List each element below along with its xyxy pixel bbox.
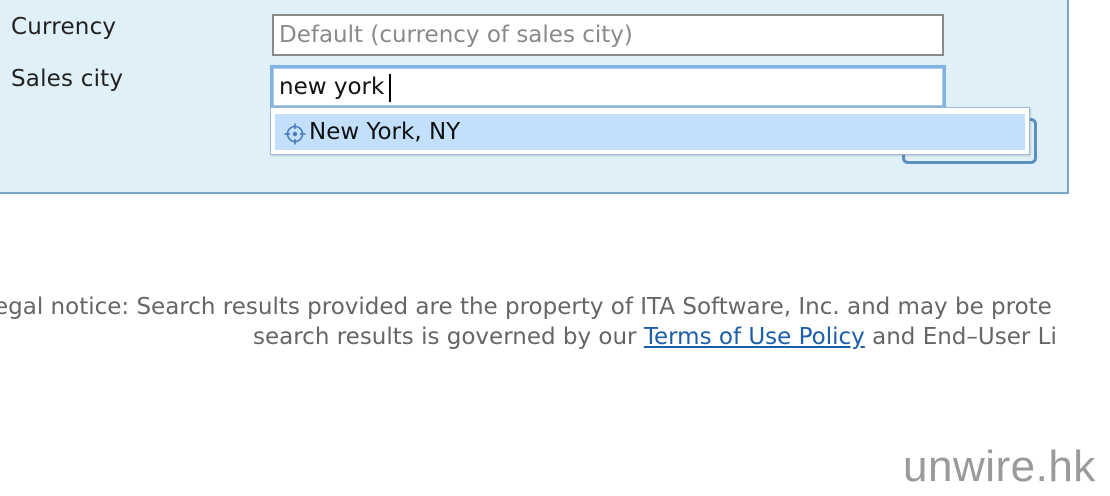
location-crosshair-icon: [284, 123, 306, 145]
watermark-text: unwire.hk: [903, 442, 1096, 491]
sales-city-label: Sales city: [11, 66, 124, 92]
terms-of-use-link[interactable]: Terms of Use Policy: [644, 324, 865, 350]
legal-notice-line2-suffix: and End–User Li: [864, 324, 1057, 350]
text-caret: [389, 74, 391, 102]
legal-notice-line2-prefix: search results is governed by our: [253, 324, 644, 350]
sales-city-input[interactable]: [270, 65, 946, 109]
autocomplete-option-label: New York, NY: [309, 119, 461, 145]
currency-label: Currency: [11, 14, 117, 40]
autocomplete-dropdown: New York, NY: [270, 107, 1030, 155]
screen: Currency Sales city New York, NY egal no…: [0, 0, 1110, 496]
legal-notice-line1: egal notice: Search results provided are…: [0, 294, 1052, 320]
legal-notice-line2: search results is governed by our Terms …: [253, 322, 1057, 352]
autocomplete-option-new-york[interactable]: New York, NY: [275, 114, 1025, 150]
currency-input[interactable]: [272, 14, 944, 56]
